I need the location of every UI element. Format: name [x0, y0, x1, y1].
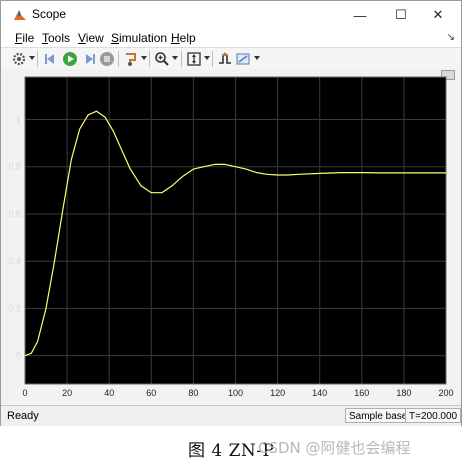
- settings-gear-icon[interactable]: [11, 51, 27, 67]
- x-tick-label: 180: [396, 388, 411, 398]
- run-icon[interactable]: [62, 51, 78, 67]
- x-tick-label: 40: [104, 388, 114, 398]
- step-back-icon[interactable]: [43, 51, 59, 67]
- zoom-in-icon[interactable]: [154, 51, 170, 67]
- x-tick-label: 0: [22, 388, 27, 398]
- y-tick-label: 0.8: [8, 162, 21, 172]
- maximize-button[interactable]: ☐: [386, 3, 416, 27]
- menu-bar: File Tools View Simulation Help ↘: [1, 29, 461, 47]
- menu-tools[interactable]: Tools: [42, 31, 70, 45]
- menu-file[interactable]: File: [15, 31, 34, 45]
- y-tick-label: 0.4: [8, 256, 21, 266]
- x-tick-label: 140: [312, 388, 327, 398]
- x-tick-label: 60: [146, 388, 156, 398]
- x-tick-label: 20: [62, 388, 72, 398]
- settings-dropdown-caret[interactable]: [29, 56, 35, 60]
- plot-area: 0 20 40 60 80 100 120 140 160 180 200 0 0.2 0.4 0.6 0.8…: [1, 69, 461, 405]
- watermark-text: CSDN @阿健也会编程: [258, 439, 411, 457]
- menu-help[interactable]: Help: [171, 31, 196, 45]
- measurements-dropdown-caret[interactable]: [254, 56, 260, 60]
- highlight-block-icon[interactable]: [123, 51, 139, 67]
- undock-arrow-icon[interactable]: ↘: [447, 32, 455, 43]
- x-tick-label: 200: [438, 388, 453, 398]
- minimize-button[interactable]: —: [345, 3, 375, 27]
- close-button[interactable]: ✕: [423, 3, 453, 27]
- toolbar-separator: [37, 51, 38, 67]
- toolbar-separator: [118, 51, 119, 67]
- highlight-dropdown-caret[interactable]: [141, 56, 147, 60]
- matlab-scope-icon: [14, 10, 26, 20]
- title-bar[interactable]: Scope — ☐ ✕: [1, 1, 461, 29]
- zoom-dropdown-caret[interactable]: [172, 56, 178, 60]
- x-tick-label: 100: [228, 388, 243, 398]
- toolbar: [1, 47, 461, 71]
- toolbar-separator: [149, 51, 150, 67]
- y-tick-label: 0.2: [8, 303, 21, 313]
- scope-axes[interactable]: 0 20 40 60 80 100 120 140 160 180 200 0 0.2 0.4 0.6 0.8…: [1, 69, 461, 405]
- autoscale-icon[interactable]: [186, 51, 202, 67]
- y-tick-label: 1: [16, 115, 21, 125]
- cursor-measurements-icon[interactable]: [235, 51, 251, 67]
- y-tick-label: 0: [16, 351, 21, 361]
- stop-icon[interactable]: [99, 51, 115, 67]
- x-tick-label: 80: [188, 388, 198, 398]
- menu-view[interactable]: View: [78, 31, 104, 45]
- toolbar-separator: [212, 51, 213, 67]
- toolbar-separator: [181, 51, 182, 67]
- status-ready-text: Ready: [7, 410, 39, 422]
- window-title: Scope: [32, 7, 67, 21]
- y-tick-label: 0.6: [8, 209, 21, 219]
- scope-window: Scope — ☐ ✕ File Tools View Simulation H…: [0, 0, 462, 426]
- x-tick-label: 160: [354, 388, 369, 398]
- menu-simulation[interactable]: Simulation: [111, 31, 167, 45]
- status-bar: Ready Sample based T=200.000: [1, 405, 462, 426]
- autoscale-dropdown-caret[interactable]: [204, 56, 210, 60]
- status-time: T=200.000: [405, 408, 462, 423]
- triggers-icon[interactable]: [217, 51, 233, 67]
- x-tick-label: 120: [270, 388, 285, 398]
- step-forward-icon[interactable]: [81, 51, 97, 67]
